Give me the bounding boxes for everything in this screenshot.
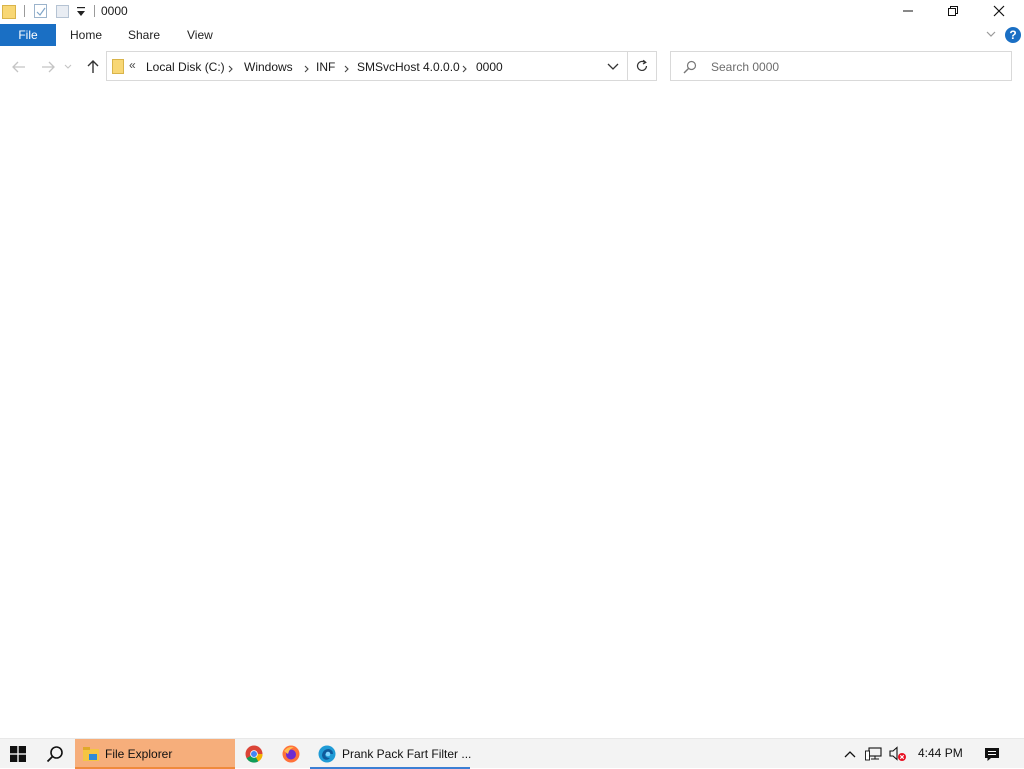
taskbar-item-label: File Explorer xyxy=(105,747,173,761)
tab-file[interactable]: File xyxy=(0,24,56,46)
up-arrow-icon xyxy=(87,60,99,73)
breadcrumb-windows[interactable]: Windows xyxy=(244,60,293,74)
chevron-down-icon xyxy=(986,31,996,37)
show-hidden-icons-button[interactable] xyxy=(842,739,858,769)
taskbar-firefox[interactable] xyxy=(280,739,302,769)
minimize-button[interactable] xyxy=(885,0,931,22)
file-list-area[interactable] xyxy=(0,88,1024,738)
volume-muted-icon xyxy=(889,746,906,761)
network-tray-button[interactable] xyxy=(864,739,884,769)
breadcrumb-inf[interactable]: INF xyxy=(316,60,335,74)
taskbar: File Explorer Prank Pack Fart Filter ... xyxy=(0,738,1024,769)
minimize-icon xyxy=(903,10,913,12)
back-arrow-icon xyxy=(12,61,25,73)
breadcrumb-current-folder[interactable]: 0000 xyxy=(476,60,503,74)
address-history-button[interactable] xyxy=(607,61,619,75)
network-icon xyxy=(865,747,882,761)
forward-arrow-icon xyxy=(42,61,55,73)
firefox-icon xyxy=(282,745,300,763)
ribbon-tabs: File Home Share View ? xyxy=(0,24,1024,46)
forward-button[interactable] xyxy=(39,58,57,76)
close-button[interactable] xyxy=(976,0,1022,22)
breadcrumb-overflow[interactable]: « xyxy=(129,58,136,72)
chevron-right-icon[interactable] xyxy=(462,62,468,76)
action-center-button[interactable] xyxy=(982,739,1002,769)
customize-quick-access-icon[interactable] xyxy=(76,6,86,21)
chevron-down-icon xyxy=(607,63,619,70)
search-button[interactable] xyxy=(43,739,67,769)
restore-icon xyxy=(948,6,958,16)
notifications-icon xyxy=(985,747,999,761)
navigation-bar: « Local Disk (C:) Windows INF SMSvcHost … xyxy=(0,46,1024,88)
tab-home[interactable]: Home xyxy=(70,24,102,46)
chevron-right-icon[interactable] xyxy=(304,62,310,76)
search-box[interactable]: Search 0000 xyxy=(670,51,1012,81)
recent-locations-button[interactable] xyxy=(63,58,73,76)
restore-button[interactable] xyxy=(930,0,976,22)
chevron-down-icon xyxy=(64,64,72,69)
close-icon xyxy=(993,5,1005,17)
address-bar[interactable]: « Local Disk (C:) Windows INF SMSvcHost … xyxy=(106,51,657,81)
volume-tray-button[interactable] xyxy=(888,739,908,769)
start-button[interactable] xyxy=(6,739,30,769)
taskbar-item-label: Prank Pack Fart Filter ... xyxy=(342,747,472,761)
windows-logo-icon xyxy=(10,746,26,762)
expand-ribbon-button[interactable] xyxy=(985,28,997,43)
chrome-icon xyxy=(245,745,263,763)
edge-icon xyxy=(318,745,336,763)
taskbar-file-explorer[interactable]: File Explorer xyxy=(75,739,235,769)
folder-icon xyxy=(2,3,16,22)
divider xyxy=(94,5,95,17)
refresh-button[interactable] xyxy=(635,59,649,76)
taskbar-edge-window[interactable]: Prank Pack Fart Filter ... xyxy=(310,739,472,769)
properties-icon[interactable] xyxy=(34,3,48,22)
search-icon xyxy=(46,746,63,763)
search-placeholder: Search 0000 xyxy=(711,60,780,74)
refresh-icon xyxy=(636,59,648,72)
chevron-right-icon[interactable] xyxy=(228,62,234,76)
clock[interactable]: 4:44 PM xyxy=(918,746,963,760)
divider xyxy=(627,52,628,80)
chevron-right-icon[interactable] xyxy=(344,62,350,76)
divider xyxy=(24,5,25,17)
taskbar-chrome[interactable] xyxy=(243,739,265,769)
up-button[interactable] xyxy=(84,58,102,76)
search-icon xyxy=(683,60,697,77)
help-icon[interactable]: ? xyxy=(1005,27,1021,43)
window-title: 0000 xyxy=(101,4,128,18)
breadcrumb-local-disk[interactable]: Local Disk (C:) xyxy=(146,60,225,74)
tab-view[interactable]: View xyxy=(187,24,213,46)
tab-share[interactable]: Share xyxy=(128,24,160,46)
back-button[interactable] xyxy=(10,58,28,76)
new-folder-icon[interactable] xyxy=(56,3,70,22)
folder-icon xyxy=(112,59,124,77)
chevron-up-icon xyxy=(844,751,856,758)
breadcrumb-smsvchost[interactable]: SMSvcHost 4.0.0.0 xyxy=(357,60,460,74)
file-explorer-icon xyxy=(83,747,99,761)
title-bar: 0000 xyxy=(0,0,1024,24)
